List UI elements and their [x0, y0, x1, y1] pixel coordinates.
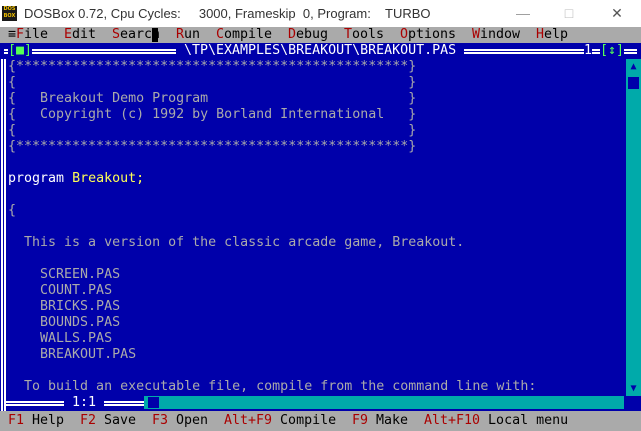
menu-edit[interactable]: Edit — [64, 27, 96, 43]
menu-tools-hotkey: T — [344, 27, 353, 42]
menu-window-label: indow — [480, 27, 521, 42]
code-line-description: This is a version of the classic arcade … — [8, 235, 465, 250]
status-help[interactable]: F1 Help — [8, 413, 64, 429]
minimize-button[interactable]: — — [500, 0, 546, 27]
scroll-up-arrow-icon[interactable]: ▲ — [626, 59, 641, 75]
code-line-open-brace: { — [8, 203, 17, 218]
menu-file-hotkey: F — [16, 27, 25, 42]
menu-run[interactable]: Run — [176, 27, 200, 43]
cursor-position-indicator: 1:1 — [64, 395, 105, 411]
maximize-button[interactable]: □ — [546, 0, 592, 27]
status-bar: F1 Help F2 Save F3 Open Alt+F9 Compile F… — [0, 411, 641, 431]
code-line-unit: SCREEN.PAS — [8, 267, 121, 282]
code-line-copyright: { Copyright (c) 1992 by Borland Internat… — [8, 107, 417, 122]
vertical-scroll-thumb[interactable] — [628, 77, 639, 89]
code-editor[interactable]: {***************************************… — [8, 59, 624, 395]
menu-compile-hotkey: C — [216, 27, 225, 42]
frame-left-outer — [4, 59, 6, 411]
horizontal-scroll-thumb[interactable] — [148, 397, 159, 408]
status-key: F9 — [352, 413, 369, 428]
status-open[interactable]: F3 Open — [152, 413, 208, 429]
menu-help-label: elp — [544, 27, 569, 42]
window-title: DOSBox 0.72, Cpu Cycles: 3000, Frameskip… — [24, 6, 431, 21]
horizontal-scrollbar[interactable] — [144, 396, 624, 409]
turbo-pascal-ide: ≡ File Edit Search Run Compile Debug Too… — [0, 27, 641, 431]
status-make[interactable]: F9 Make — [352, 413, 408, 429]
menu-help[interactable]: Help — [536, 27, 568, 43]
menu-bar: ≡ File Edit Search Run Compile Debug Too… — [0, 27, 641, 43]
code-line-border-top: {***************************************… — [8, 59, 417, 74]
menu-compile-label: ompile — [224, 27, 273, 42]
menu-debug[interactable]: Debug — [288, 27, 328, 43]
code-line-border-bottom: {***************************************… — [8, 139, 417, 154]
menu-tools-label: ools — [352, 27, 385, 42]
program-keyword: program — [8, 171, 65, 186]
status-compile[interactable]: Alt+F9 Compile — [224, 413, 336, 429]
menu-debug-hotkey: D — [288, 27, 297, 42]
status-key: F1 — [8, 413, 25, 428]
close-box-glyph: [■] — [8, 43, 33, 58]
menu-options-hotkey: O — [400, 27, 409, 42]
code-line-title: { Breakout Demo Program } — [8, 91, 417, 106]
code-line-program: program Breakout; — [8, 171, 144, 187]
menu-run-label: un — [184, 27, 201, 42]
mouse-cursor-block — [152, 28, 158, 42]
status-label: Help — [24, 413, 65, 428]
menu-tools[interactable]: Tools — [344, 27, 384, 43]
system-menu-icon[interactable]: ≡ — [8, 27, 16, 43]
editor-file-title: \TP\EXAMPLES\BREAKOUT\BREAKOUT.PAS — [176, 43, 465, 59]
code-line-unit: BREAKOUT.PAS — [8, 347, 137, 362]
status-key: Alt+F10 — [424, 413, 481, 428]
menu-window-hotkey: W — [472, 27, 481, 42]
program-name: Breakout; — [72, 171, 145, 186]
menu-options-label: ptions — [408, 27, 457, 42]
code-line-unit: BOUNDS.PAS — [8, 315, 121, 330]
menu-run-hotkey: R — [176, 27, 185, 42]
frame-left-inner — [1, 59, 3, 411]
status-label: Make — [368, 413, 409, 428]
menu-window[interactable]: Window — [472, 27, 520, 43]
close-button[interactable]: ✕ — [594, 0, 640, 27]
menu-file-label: ile — [24, 27, 49, 42]
window-close-box[interactable]: [■] — [8, 43, 33, 59]
menu-search-hotkey: S — [112, 27, 121, 42]
dosbox-window: DOS BOX DOSBox 0.72, Cpu Cycles: 3000, F… — [0, 0, 641, 431]
status-label: Save — [96, 413, 137, 428]
code-line-blank-1: { } — [8, 75, 417, 90]
vertical-scrollbar[interactable]: ▲ ▼ — [626, 59, 641, 397]
window-title-bar[interactable]: DOS BOX DOSBox 0.72, Cpu Cycles: 3000, F… — [0, 0, 641, 27]
status-label: Compile — [272, 413, 337, 428]
menu-edit-hotkey: E — [64, 27, 73, 42]
zoom-box-glyph: [↕] — [600, 43, 625, 58]
window-zoom-box[interactable]: [↕] — [600, 43, 625, 59]
menu-file[interactable]: File — [16, 27, 48, 43]
menu-debug-label: ebug — [296, 27, 329, 42]
menu-help-hotkey: H — [536, 27, 545, 42]
scroll-down-arrow-icon[interactable]: ▼ — [626, 381, 641, 397]
editor-window-frame: [■] \TP\EXAMPLES\BREAKOUT\BREAKOUT.PAS 1… — [0, 43, 641, 59]
code-line-unit: BRICKS.PAS — [8, 299, 121, 314]
status-key: F2 — [80, 413, 97, 428]
code-line-build-note: To build an executable file, compile fro… — [8, 379, 537, 394]
window-number: 1 — [584, 43, 593, 59]
resize-corner[interactable] — [626, 396, 641, 409]
menu-compile[interactable]: Compile — [216, 27, 272, 43]
code-line-unit: COUNT.PAS — [8, 283, 113, 298]
status-label: Open — [168, 413, 209, 428]
menu-options[interactable]: Options — [400, 27, 456, 43]
code-line-blank-2: { } — [8, 123, 417, 138]
status-key: F3 — [152, 413, 169, 428]
status-save[interactable]: F2 Save — [80, 413, 136, 429]
code-line-unit: WALLS.PAS — [8, 331, 113, 346]
dosbox-app-icon: DOS BOX — [2, 6, 17, 21]
status-local-menu[interactable]: Alt+F10 Local menu — [424, 413, 568, 429]
status-label: Local menu — [480, 413, 569, 428]
status-key: Alt+F9 — [224, 413, 273, 428]
menu-edit-label: dit — [72, 27, 97, 42]
